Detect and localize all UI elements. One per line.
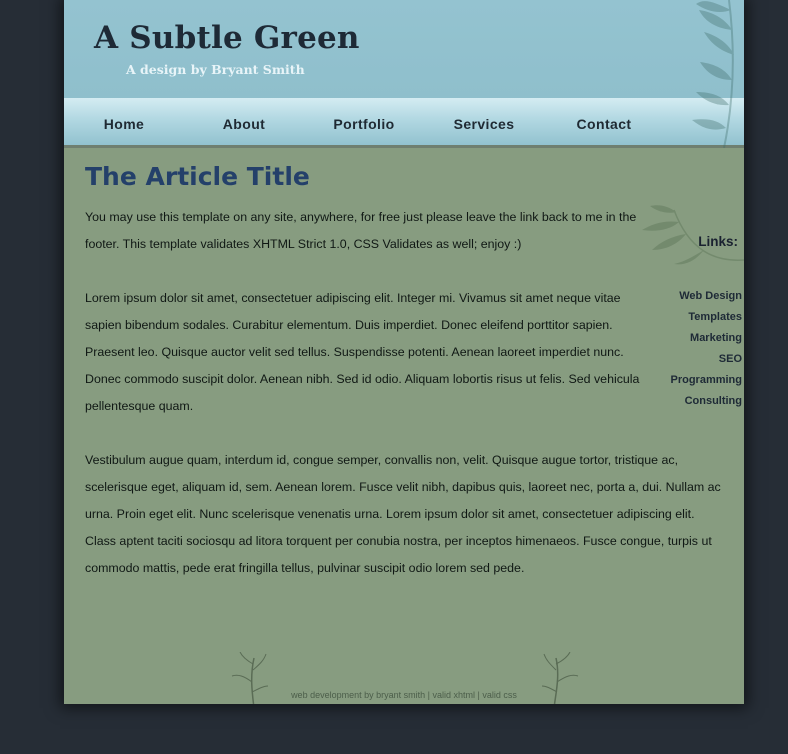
article-paragraph: You may use this template on any site, a… <box>85 210 637 251</box>
valid-css-link[interactable]: valid css <box>482 690 517 700</box>
link-seo[interactable]: SEO <box>719 353 742 365</box>
nav-about[interactable]: About <box>184 98 304 145</box>
nav-portfolio[interactable]: Portfolio <box>304 98 424 145</box>
article-paragraph: Lorem ipsum dolor sit amet, consectetuer… <box>85 291 640 413</box>
site-title[interactable]: A Subtle Green <box>94 20 360 56</box>
valid-xhtml-link[interactable]: valid xhtml <box>433 690 476 700</box>
list-item: SEO <box>670 349 742 370</box>
list-item: Marketing <box>670 328 742 349</box>
footer-text: web development by bryant smith | valid … <box>64 690 744 700</box>
list-item: Consulting <box>670 391 742 412</box>
link-consulting[interactable]: Consulting <box>685 395 742 407</box>
site-tagline: A design by Bryant Smith <box>126 62 305 77</box>
list-item: Web Design <box>670 286 742 307</box>
nav-services[interactable]: Services <box>424 98 544 145</box>
links-heading: Links: <box>698 234 738 249</box>
nav-contact[interactable]: Contact <box>544 98 664 145</box>
nav-home[interactable]: Home <box>64 98 184 145</box>
footer-separator: | <box>477 690 480 700</box>
link-marketing[interactable]: Marketing <box>690 332 742 344</box>
footer-credit-link[interactable]: web development by bryant smith <box>291 690 425 700</box>
link-templates[interactable]: Templates <box>688 311 742 323</box>
sidebar: Links: Web Design Templates Marketing SE… <box>624 200 744 420</box>
main-nav: Home About Portfolio Services Contact <box>64 98 744 148</box>
link-programming[interactable]: Programming <box>670 374 742 386</box>
list-item: Templates <box>670 307 742 328</box>
footer-separator: | <box>427 690 430 700</box>
page-container: A Subtle Green A design by Bryant Smith … <box>64 0 744 704</box>
leaf-decoration-icon <box>692 0 734 148</box>
link-web-design[interactable]: Web Design <box>679 290 742 302</box>
links-list: Web Design Templates Marketing SEO Progr… <box>670 286 742 412</box>
list-item: Programming <box>670 370 742 391</box>
header: A Subtle Green A design by Bryant Smith <box>64 0 744 98</box>
article-title: The Article Title <box>85 162 310 191</box>
article-paragraph: Vestibulum augue quam, interdum id, cong… <box>85 453 721 575</box>
footer: web development by bryant smith | valid … <box>64 648 744 704</box>
